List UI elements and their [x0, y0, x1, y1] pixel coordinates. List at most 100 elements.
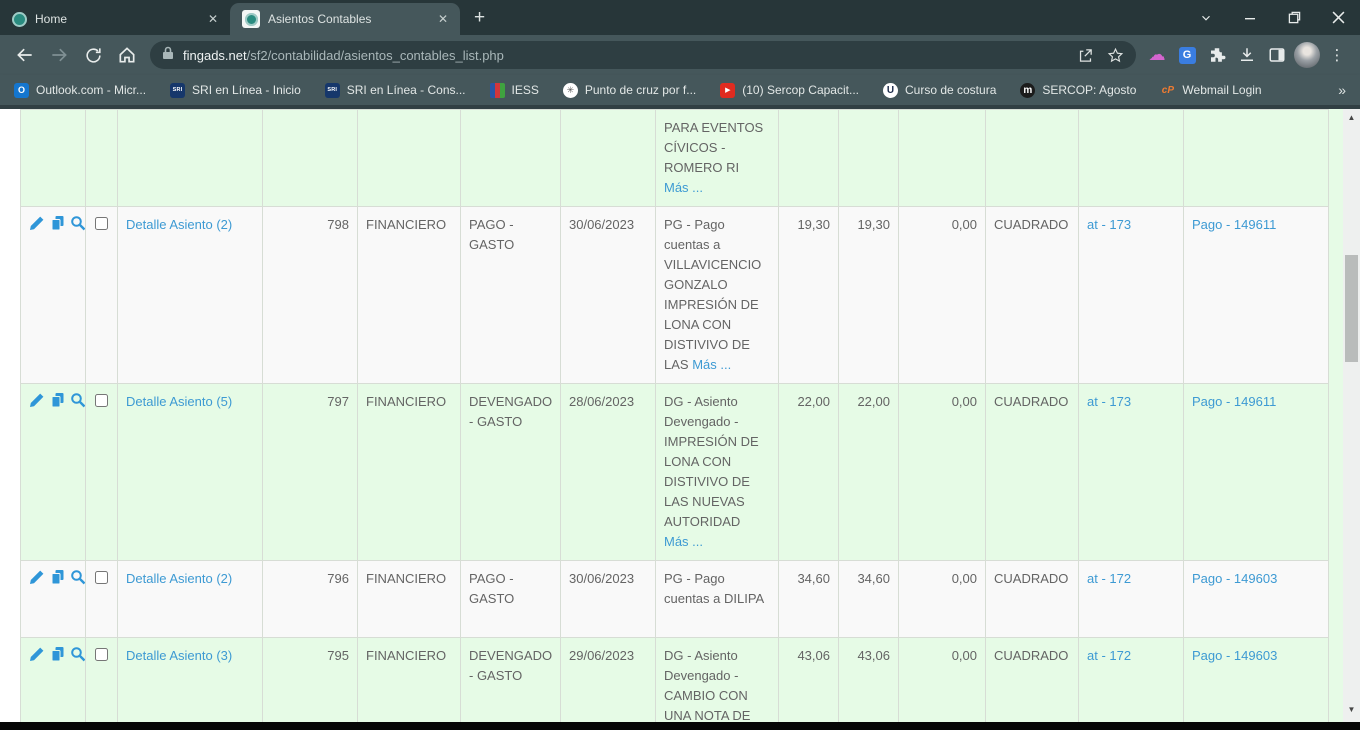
- descripcion-cell: PG - Pago cuentas a DILIPA: [656, 561, 779, 638]
- bookmark-sercop-youtube[interactable]: ▶ (10) Sercop Capacit...: [720, 83, 859, 98]
- estado-cell: CUADRADO: [986, 207, 1079, 384]
- side-panel-icon[interactable]: [1262, 40, 1292, 70]
- copy-icon[interactable]: [50, 215, 67, 231]
- haber-cell: 19,30: [839, 207, 899, 384]
- home-button[interactable]: [110, 38, 144, 72]
- tipo-cell: PAGO - GASTO: [461, 207, 561, 384]
- pago-link[interactable]: Pago - 149611: [1192, 217, 1276, 232]
- haber-cell: 22,00: [839, 384, 899, 561]
- scrollbar-thumb[interactable]: [1345, 255, 1358, 362]
- bookmarks-overflow-chevron-icon[interactable]: »: [1338, 82, 1346, 98]
- referencia-link[interactable]: at - 173: [1087, 394, 1131, 409]
- mas-link[interactable]: Más ...: [664, 178, 770, 198]
- row-checkbox[interactable]: [95, 394, 108, 407]
- restore-button[interactable]: [1272, 0, 1316, 35]
- pago-link[interactable]: Pago - 149603: [1192, 648, 1277, 663]
- bookmark-sercop-agosto[interactable]: m SERCOP: Agosto: [1020, 83, 1136, 98]
- diferencia-cell: 0,00: [899, 638, 986, 723]
- lock-icon[interactable]: [162, 46, 174, 65]
- table-row: Detalle Asiento (2) 796 FINANCIERO PAGO …: [21, 561, 1329, 638]
- detalle-asiento-link[interactable]: Detalle Asiento (2): [126, 217, 232, 232]
- vertical-scrollbar[interactable]: ▲ ▼: [1343, 109, 1360, 722]
- tipo-cell: DEVENGADO - GASTO: [461, 638, 561, 723]
- numero-cell: 797: [263, 384, 358, 561]
- url-text: fingads.net/sf2/contabilidad/asientos_co…: [183, 48, 504, 63]
- close-window-button[interactable]: [1316, 0, 1360, 35]
- mas-link[interactable]: Más ...: [692, 357, 731, 372]
- bookmark-webmail[interactable]: cP Webmail Login: [1160, 83, 1261, 98]
- bookmark-punto-de-cruz[interactable]: ✳ Punto de cruz por f...: [563, 83, 696, 98]
- close-tab-icon[interactable]: ✕: [434, 10, 452, 28]
- close-tab-icon[interactable]: ✕: [204, 10, 222, 28]
- bookmark-iess[interactable]: IESS: [490, 83, 539, 98]
- tab-search-chevron-icon[interactable]: [1184, 0, 1228, 35]
- row-checkbox[interactable]: [95, 217, 108, 230]
- page-content: PARA EVENTOS CÍVICOS - ROMERO RI Más ...…: [0, 109, 1343, 722]
- debe-cell: 19,30: [779, 207, 839, 384]
- table-row: Detalle Asiento (3) 795 FINANCIERO DEVEN…: [21, 638, 1329, 723]
- pago-link[interactable]: Pago - 149611: [1192, 394, 1276, 409]
- new-tab-button[interactable]: +: [474, 8, 485, 27]
- edit-icon[interactable]: [29, 646, 46, 662]
- debe-cell: 22,00: [779, 384, 839, 561]
- descripcion-cell: DG - Asiento Devengado - IMPRESIÓN DE LO…: [656, 384, 779, 561]
- bookmark-star-icon[interactable]: [1100, 40, 1130, 70]
- translate-icon[interactable]: G: [1172, 40, 1202, 70]
- profile-avatar[interactable]: [1292, 40, 1322, 70]
- moodle-icon: m: [1020, 83, 1035, 98]
- detalle-asiento-link[interactable]: Detalle Asiento (5): [126, 394, 232, 409]
- descripcion-cell: PARA EVENTOS CÍVICOS - ROMERO RI Más ...: [656, 110, 779, 207]
- back-button[interactable]: [8, 38, 42, 72]
- bookmarks-bar: O Outlook.com - Micr... SRI SRI en Línea…: [0, 75, 1360, 105]
- downloads-icon[interactable]: [1232, 40, 1262, 70]
- forward-button[interactable]: [42, 38, 76, 72]
- fecha-cell: 30/06/2023: [561, 561, 656, 638]
- browser-menu-icon[interactable]: ⋮: [1322, 40, 1352, 70]
- row-checkbox[interactable]: [95, 571, 108, 584]
- copy-icon[interactable]: [50, 569, 67, 585]
- copy-icon[interactable]: [50, 646, 67, 662]
- bookmark-outlook[interactable]: O Outlook.com - Micr...: [14, 83, 146, 98]
- bookmark-sri-inicio[interactable]: SRI SRI en Línea - Inicio: [170, 83, 301, 98]
- referencia-link[interactable]: at - 173: [1087, 217, 1131, 232]
- udemy-icon: U: [883, 83, 898, 98]
- tab-home[interactable]: Home ✕: [0, 3, 230, 35]
- estado-cell: CUADRADO: [986, 384, 1079, 561]
- detalle-asiento-link[interactable]: Detalle Asiento (2): [126, 571, 232, 586]
- referencia-link[interactable]: at - 172: [1087, 571, 1131, 586]
- numero-cell: 795: [263, 638, 358, 723]
- table-row: Detalle Asiento (2) 798 FINANCIERO PAGO …: [21, 207, 1329, 384]
- view-detail-magnifier-icon[interactable]: [70, 646, 85, 662]
- diferencia-cell: 0,00: [899, 207, 986, 384]
- extensions-puzzle-icon[interactable]: [1202, 40, 1232, 70]
- referencia-link[interactable]: at - 172: [1087, 648, 1131, 663]
- debe-cell: 43,06: [779, 638, 839, 723]
- bookmark-curso-costura[interactable]: U Curso de costura: [883, 83, 996, 98]
- row-checkbox[interactable]: [95, 648, 108, 661]
- mas-link[interactable]: Más ...: [664, 532, 770, 552]
- tab-asientos-contables[interactable]: Asientos Contables ✕: [230, 3, 460, 35]
- extension-cloud-icon[interactable]: ☁: [1142, 40, 1172, 70]
- view-detail-magnifier-icon[interactable]: [70, 569, 85, 585]
- bookmark-sri-consultas[interactable]: SRI SRI en Línea - Cons...: [325, 83, 466, 98]
- copy-icon[interactable]: [50, 392, 67, 408]
- address-bar[interactable]: fingads.net/sf2/contabilidad/asientos_co…: [150, 41, 1136, 69]
- view-detail-magnifier-icon[interactable]: [70, 392, 85, 408]
- modulo-cell: FINANCIERO: [358, 207, 461, 384]
- pago-link[interactable]: Pago - 149603: [1192, 571, 1277, 586]
- scroll-down-arrow-icon[interactable]: ▼: [1343, 701, 1360, 717]
- diferencia-cell: 0,00: [899, 384, 986, 561]
- minimize-button[interactable]: [1228, 0, 1272, 35]
- detalle-asiento-link[interactable]: Detalle Asiento (3): [126, 648, 232, 663]
- view-detail-magnifier-icon[interactable]: [70, 215, 85, 231]
- edit-icon[interactable]: [29, 569, 46, 585]
- scroll-up-arrow-icon[interactable]: ▲: [1343, 109, 1360, 125]
- descripcion-cell: PG - Pago cuentas a VILLAVICENCIO GONZAL…: [656, 207, 779, 384]
- edit-icon[interactable]: [29, 392, 46, 408]
- reload-button[interactable]: [76, 38, 110, 72]
- browser-toolbar: fingads.net/sf2/contabilidad/asientos_co…: [0, 35, 1360, 75]
- share-icon[interactable]: [1070, 40, 1100, 70]
- table-row: PARA EVENTOS CÍVICOS - ROMERO RI Más ...: [21, 110, 1329, 207]
- edit-icon[interactable]: [29, 215, 46, 231]
- site-favicon-icon: [245, 13, 258, 26]
